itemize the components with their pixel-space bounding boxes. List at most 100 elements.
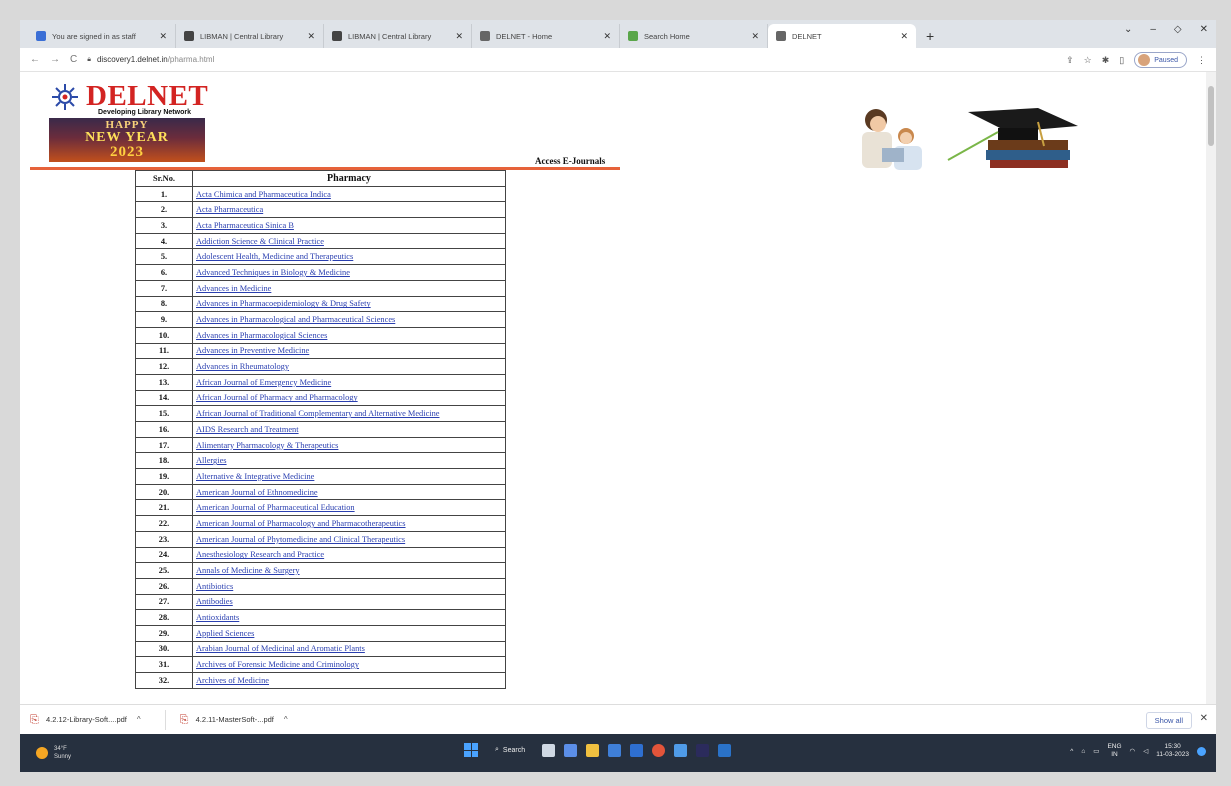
tab-close-icon[interactable]: ✕ — [159, 31, 167, 42]
photoshop-icon[interactable] — [696, 743, 710, 757]
url-field[interactable]: 🔒︎ discovery1.delnet.in/pharma.html — [87, 55, 214, 64]
browser-tab[interactable]: LIBMAN | Central Library ✕ — [324, 24, 472, 48]
show-all-button[interactable]: Show all — [1145, 712, 1192, 729]
journal-cell: Acta Pharmaceutica — [192, 201, 506, 219]
chevron-up-icon[interactable]: ^ — [284, 715, 288, 724]
notification-icon[interactable] — [1197, 746, 1206, 756]
journal-link[interactable]: Archives of Medicine — [196, 676, 502, 685]
tab-close-icon[interactable]: ✕ — [455, 31, 463, 42]
menu-kebab-icon[interactable]: ⋮ — [1197, 55, 1206, 66]
app-icon[interactable] — [674, 743, 688, 757]
journal-cell: Addiction Science & Clinical Practice — [192, 232, 506, 250]
journal-link[interactable]: American Journal of Ethnomedicine — [196, 488, 502, 497]
journal-link[interactable]: African Journal of Traditional Complemen… — [196, 409, 502, 418]
share-icon[interactable]: ⇪ — [1066, 55, 1074, 66]
file-explorer-icon[interactable] — [586, 743, 600, 757]
browser-tab[interactable]: You are signed in as staff ✕ — [28, 24, 176, 48]
journal-link[interactable]: Advances in Pharmacoepidemiology & Drug … — [196, 299, 502, 308]
journal-link[interactable]: Adolescent Health, Medicine and Therapeu… — [196, 252, 502, 261]
reload-icon[interactable]: C — [70, 54, 77, 65]
divider — [164, 709, 166, 730]
word-icon[interactable] — [718, 743, 732, 757]
close-downloads-icon[interactable]: ✕ — [1200, 713, 1208, 724]
journal-link[interactable]: Acta Pharmaceutica — [196, 205, 502, 214]
language-indicator[interactable]: ENG IN — [1107, 743, 1121, 759]
tab-search-icon[interactable]: ⌄ — [1124, 24, 1132, 35]
tab-close-icon[interactable]: ✕ — [603, 31, 611, 42]
page-scrollbar[interactable] — [1206, 72, 1216, 704]
journal-link[interactable]: American Journal of Phytomedicine and Cl… — [196, 535, 502, 544]
store-icon[interactable] — [630, 743, 644, 757]
download-item-2[interactable]: ⎘ 4.2.11-MasterSoft-...pdf ^ — [180, 714, 288, 726]
browser-tab[interactable]: DELNET ✕ — [768, 24, 916, 48]
download-item-1[interactable]: ⎘ 4.2.12-Library-Soft....pdf ^ — [30, 714, 141, 726]
journal-link[interactable]: Arabian Journal of Medicinal and Aromati… — [196, 644, 502, 653]
browser-tab[interactable]: LIBMAN | Central Library ✕ — [176, 24, 324, 48]
restore-icon[interactable]: ◇ — [1174, 24, 1182, 35]
tab-title: Search Home — [644, 31, 690, 41]
new-tab-button[interactable]: + — [916, 24, 944, 48]
journal-link[interactable]: American Journal of Pharmacology and Pha… — [196, 519, 502, 528]
table-row: 26. Antibiotics — [135, 577, 506, 595]
extensions-icon[interactable]: ✱ — [1102, 55, 1110, 66]
chat-icon[interactable] — [564, 743, 578, 757]
chrome-icon[interactable] — [652, 743, 666, 757]
sidepanel-icon[interactable]: ▯ — [1119, 55, 1124, 66]
journal-link[interactable]: Advances in Medicine — [196, 284, 502, 293]
mail-icon[interactable] — [608, 743, 622, 757]
journal-link[interactable]: Advances in Rheumatology — [196, 362, 502, 371]
journal-link[interactable]: AIDS Research and Treatment — [196, 425, 502, 434]
scrollbar-thumb[interactable] — [1208, 86, 1214, 146]
journal-link[interactable]: Annals of Medicine & Surgery — [196, 566, 502, 575]
journal-link[interactable]: Anesthesiology Research and Practice — [196, 550, 502, 559]
journal-link[interactable]: American Journal of Pharmaceutical Educa… — [196, 503, 502, 512]
network-icon[interactable]: ⌂ — [1081, 748, 1085, 755]
journal-link[interactable]: Antibiotics — [196, 582, 502, 591]
journal-link[interactable]: Advances in Pharmacological and Pharmace… — [196, 315, 502, 324]
tab-close-icon[interactable]: ✕ — [307, 31, 315, 42]
journal-link[interactable]: Alternative & Integrative Medicine — [196, 472, 502, 481]
journal-link[interactable]: African Journal of Pharmacy and Pharmaco… — [196, 393, 502, 402]
journal-link[interactable]: Applied Sciences — [196, 629, 502, 638]
journal-link[interactable]: Antioxidants — [196, 613, 502, 622]
journal-link[interactable]: Antibodies — [196, 597, 502, 606]
bookmark-star-icon[interactable]: ☆ — [1084, 55, 1092, 66]
windows-start-icon[interactable] — [464, 743, 478, 757]
wifi-icon[interactable]: ◠ — [1130, 747, 1136, 755]
close-window-icon[interactable]: ✕ — [1200, 24, 1208, 35]
taskbar-search[interactable]: ⌕ Search — [495, 746, 525, 754]
journal-link[interactable]: Addiction Science & Clinical Practice — [196, 237, 502, 246]
tagline: Developing Library Network — [98, 109, 191, 116]
forward-icon[interactable]: → — [50, 54, 60, 65]
minimize-icon[interactable]: – — [1150, 24, 1156, 35]
journal-link[interactable]: Advanced Techniques in Biology & Medicin… — [196, 268, 502, 277]
back-icon[interactable]: ← — [30, 54, 40, 65]
journal-link[interactable]: African Journal of Emergency Medicine — [196, 378, 502, 387]
table-row: 6. Advanced Techniques in Biology & Medic… — [135, 264, 506, 281]
journal-link[interactable]: Advances in Pharmacological Sciences — [196, 331, 502, 340]
browser-tab[interactable]: DELNET - Home ✕ — [472, 24, 620, 48]
tab-title: LIBMAN | Central Library — [200, 31, 284, 41]
clock[interactable]: 15:30 11-03-2023 — [1156, 743, 1189, 759]
journal-link[interactable]: Acta Pharmaceutica Sinica B — [196, 221, 502, 230]
journal-cell: American Journal of Pharmaceutical Educa… — [192, 499, 506, 517]
tab-close-icon[interactable]: ✕ — [900, 31, 908, 42]
journal-link[interactable]: Archives of Forensic Medicine and Crimin… — [196, 660, 502, 669]
table-row: 23. American Journal of Phytomedicine and… — [135, 530, 506, 548]
browser-tab[interactable]: Search Home ✕ — [620, 24, 768, 48]
journal-link[interactable]: Allergies — [196, 456, 502, 465]
display-icon[interactable]: ▭ — [1093, 747, 1099, 755]
chevron-up-icon[interactable]: ^ — [137, 715, 141, 724]
tab-close-icon[interactable]: ✕ — [751, 31, 759, 42]
volume-icon[interactable]: ◁ — [1143, 747, 1148, 755]
weather-widget[interactable]: 34°F Sunny — [36, 745, 71, 761]
journal-link[interactable]: Advances in Preventive Medicine — [196, 346, 502, 355]
profile-button[interactable]: Paused — [1134, 52, 1187, 68]
journal-link[interactable]: Alimentary Pharmacology & Therapeutics — [196, 441, 502, 450]
journal-link[interactable]: Acta Chimica and Pharmaceutica Indica — [196, 190, 502, 199]
row-number: 12. — [135, 358, 193, 375]
row-number: 9. — [135, 311, 193, 328]
tray-chevron-icon[interactable]: ^ — [1070, 748, 1073, 755]
task-view-icon[interactable] — [542, 743, 556, 757]
row-number: 32. — [135, 672, 193, 689]
